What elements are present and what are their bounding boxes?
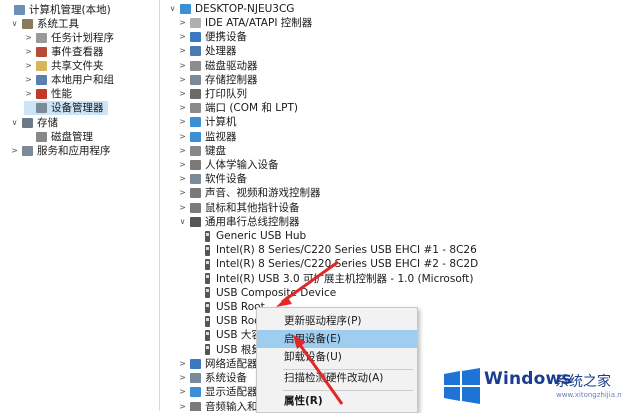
annotation-arrows [276, 260, 344, 405]
watermark-tagline: 系统之家 [555, 374, 611, 390]
watermark-url: www.xitongzhijia.net [556, 391, 621, 399]
arrow-to-enable-device [293, 335, 344, 405]
watermark: Windows 系统之家 www.xitongzhijia.net [438, 361, 621, 411]
arrow-to-usb-root [276, 260, 339, 307]
windows-logo-icon [444, 368, 480, 404]
